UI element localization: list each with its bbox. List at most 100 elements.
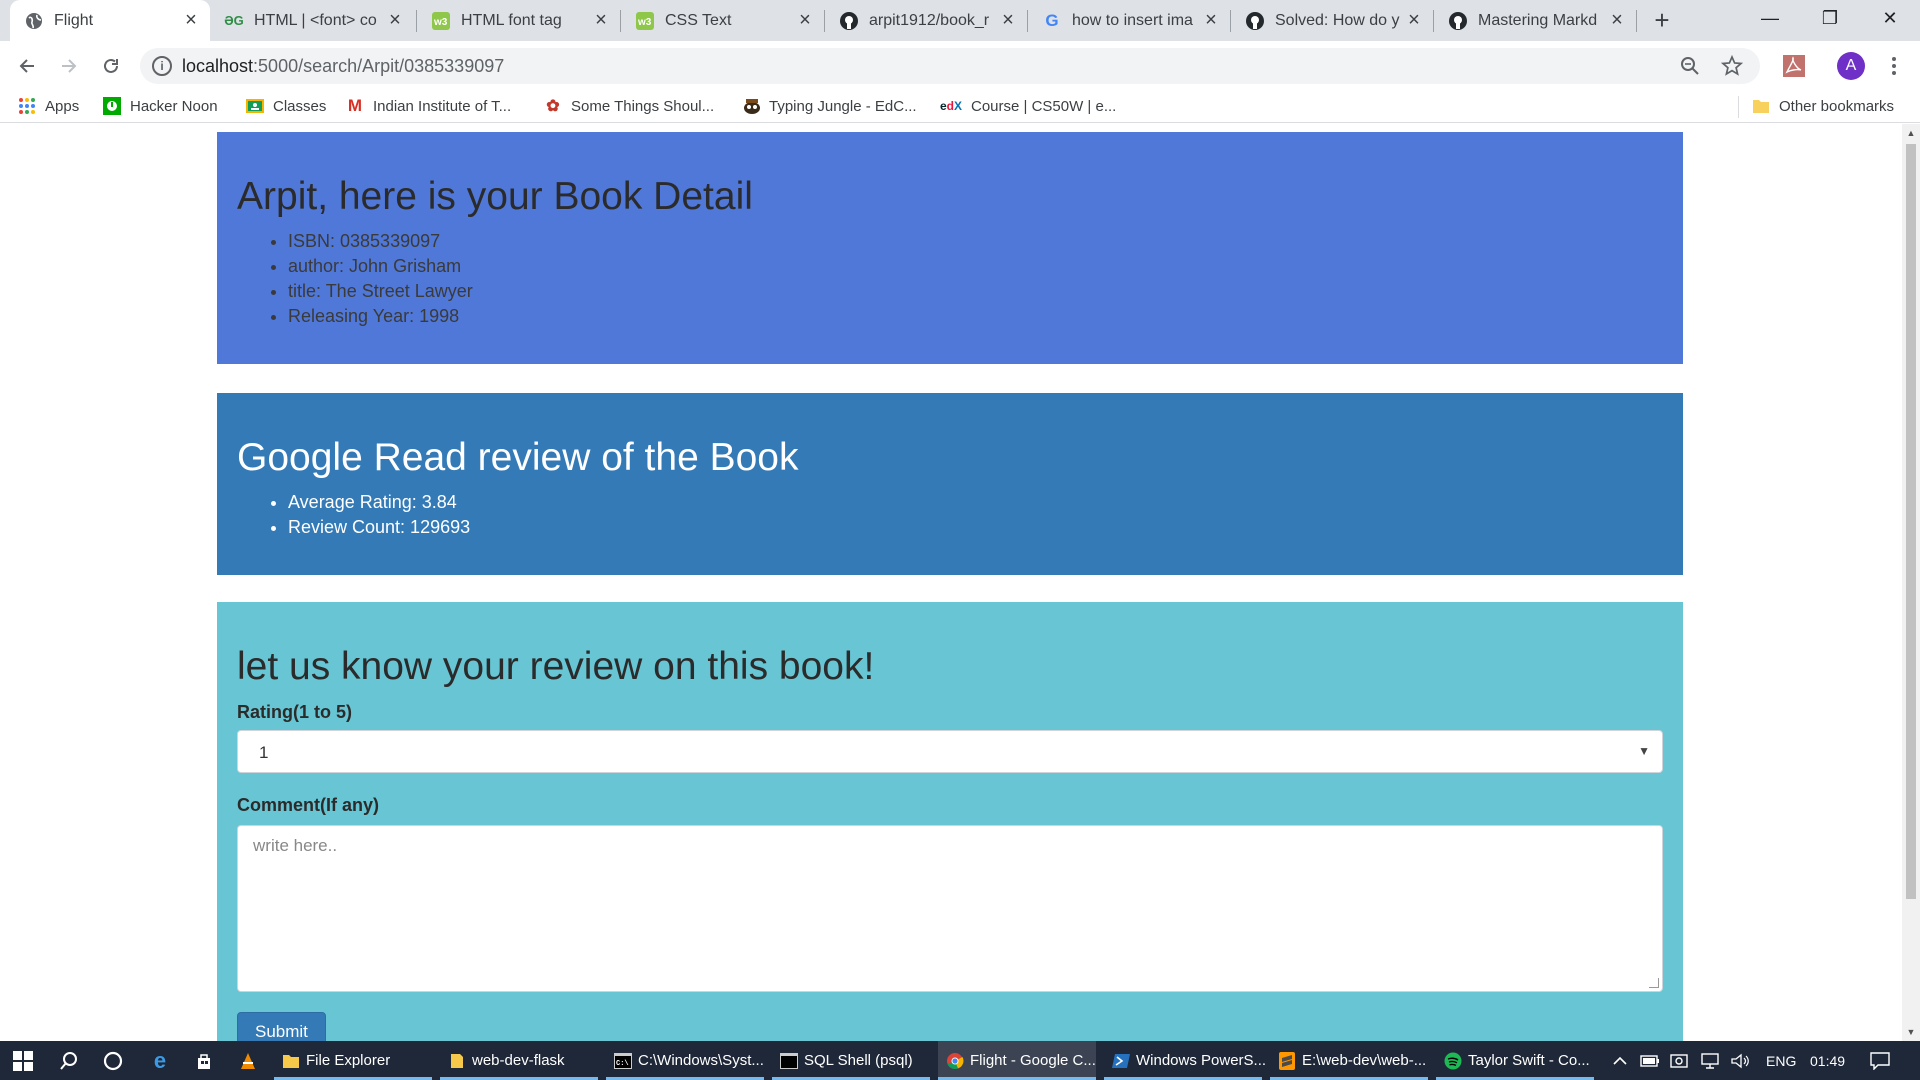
bookmarks-divider <box>1738 96 1739 118</box>
search-button[interactable] <box>56 1041 82 1080</box>
start-button[interactable] <box>10 1041 36 1080</box>
url-path: :5000/search/Arpit/0385339097 <box>253 56 505 76</box>
cortana-button[interactable] <box>100 1041 126 1080</box>
tab-html-font[interactable]: ƏG HTML | <font> co × <box>210 0 414 41</box>
tab-close-icon[interactable]: × <box>997 9 1019 32</box>
tab-close-icon[interactable]: × <box>1606 9 1628 32</box>
clock-time[interactable]: 01:49 <box>1810 1041 1845 1080</box>
tab-title: HTML font tag <box>461 11 562 29</box>
bookmark-label: Classes <box>273 97 327 115</box>
close-window-button[interactable]: ✕ <box>1860 0 1920 36</box>
resize-grip-icon[interactable] <box>1649 978 1659 988</box>
average-rating-item: Average Rating: 3.84 <box>288 490 1663 515</box>
show-hidden-icons-chevron-icon[interactable] <box>1612 1041 1628 1080</box>
back-button[interactable] <box>10 49 44 83</box>
rating-selected-value: 1 <box>259 743 269 762</box>
bookmark-iit[interactable]: M Indian Institute of T... <box>346 94 511 118</box>
bookmark-apps[interactable]: Apps <box>18 94 79 118</box>
tab-flight[interactable]: Flight × <box>10 0 210 41</box>
tab-html-font-tag[interactable]: w3 HTML font tag × <box>417 0 620 41</box>
bookmark-label: Indian Institute of T... <box>373 97 512 115</box>
restore-button[interactable]: ❐ <box>1800 0 1860 36</box>
store-icon[interactable] <box>192 1041 216 1080</box>
windows-logo-icon <box>13 1050 33 1071</box>
taskbar-chrome[interactable]: Flight - Google C... <box>938 1041 1096 1080</box>
taskbar-label: web-dev-flask <box>472 1052 565 1069</box>
tab-close-icon[interactable]: × <box>180 9 202 32</box>
google-review-heading: Google Read review of the Book <box>237 436 799 479</box>
rating-select[interactable]: 1 ▼ <box>237 730 1663 773</box>
tab-close-icon[interactable]: × <box>1403 9 1425 32</box>
site-info-icon[interactable]: i <box>152 56 172 76</box>
battery-icon[interactable] <box>1640 1041 1660 1080</box>
taskbar-file-explorer[interactable]: File Explorer <box>274 1041 432 1080</box>
tab-close-icon[interactable]: × <box>794 9 816 32</box>
tab-separator <box>1636 10 1637 32</box>
tab-title: arpit1912/book_r <box>869 11 990 29</box>
taskbar-label: Flight - Google C... <box>970 1052 1096 1069</box>
volume-icon[interactable] <box>1730 1041 1750 1080</box>
tab-css-text[interactable]: w3 CSS Text × <box>621 0 824 41</box>
taskbar-label: File Explorer <box>306 1052 391 1069</box>
gmail-icon: M <box>347 96 363 115</box>
typing-jungle-icon <box>742 97 760 115</box>
taskbar-sublime[interactable]: E:\web-dev\web-... <box>1270 1041 1428 1080</box>
terminal-icon <box>780 1052 798 1070</box>
minimize-button[interactable]: — <box>1740 0 1800 36</box>
google-classroom-icon <box>246 97 264 115</box>
bookmark-label: Hacker Noon <box>130 97 218 115</box>
tab-close-icon[interactable]: × <box>1200 9 1222 32</box>
taskbar-web-dev-flask[interactable]: web-dev-flask <box>440 1041 598 1080</box>
taskbar-sql-shell[interactable]: SQL Shell (psql) <box>772 1041 930 1080</box>
tab-github-solved[interactable]: Solved: How do y × <box>1231 0 1433 41</box>
submit-button[interactable]: Submit <box>237 1012 326 1041</box>
tab-close-icon[interactable]: × <box>590 9 612 32</box>
bookmark-some-things[interactable]: ✿ Some Things Shoul... <box>544 94 714 118</box>
vlc-icon[interactable] <box>236 1041 260 1080</box>
vertical-scrollbar[interactable]: ▲ ▼ <box>1902 124 1920 1041</box>
tab-title: Mastering Markd <box>1478 11 1598 29</box>
action-center-icon[interactable] <box>1870 1041 1890 1080</box>
forward-arrow-icon <box>62 59 77 73</box>
folder-icon <box>1752 97 1770 115</box>
forward-button[interactable] <box>52 49 86 83</box>
pdf-extension-icon[interactable] <box>1780 52 1808 80</box>
edx-icon: edX <box>939 99 963 113</box>
camera-icon[interactable] <box>1670 1041 1690 1080</box>
network-icon[interactable] <box>1700 1041 1720 1080</box>
bookmark-cs50w[interactable]: e d X Course | CS50W | e... <box>940 94 1116 118</box>
edge-icon[interactable]: e <box>148 1041 172 1080</box>
w3schools-icon: w3 <box>635 11 655 31</box>
bookmark-classes[interactable]: Classes <box>246 94 326 118</box>
url-text[interactable]: localhost:5000/search/Arpit/0385339097 <box>182 56 504 77</box>
comment-label: Comment(If any) <box>237 795 380 815</box>
review-count-item: Review Count: 129693 <box>288 515 1663 540</box>
profile-avatar[interactable]: A <box>1837 52 1865 80</box>
reload-button[interactable] <box>94 49 128 83</box>
tab-github-book[interactable]: arpit1912/book_r × <box>825 0 1027 41</box>
bookmark-star-icon[interactable] <box>1720 54 1744 78</box>
bookmark-typing-jungle[interactable]: Typing Jungle - EdC... <box>742 94 917 118</box>
search-icon <box>60 1051 77 1070</box>
tab-google-search[interactable]: G how to insert ima × <box>1028 0 1230 41</box>
globe-icon <box>24 11 44 31</box>
taskbar-spotify[interactable]: Taylor Swift - Co... <box>1436 1041 1594 1080</box>
scroll-up-arrow-icon[interactable]: ▲ <box>1906 128 1916 138</box>
new-tab-button[interactable]: + <box>1648 5 1676 35</box>
taskbar-cmd[interactable]: C:\ C:\Windows\Syst... <box>606 1041 764 1080</box>
scrollbar-thumb[interactable] <box>1906 144 1916 899</box>
tab-github-markdown[interactable]: Mastering Markd × <box>1434 0 1636 41</box>
tab-close-icon[interactable]: × <box>384 9 406 32</box>
scroll-down-arrow-icon[interactable]: ▼ <box>1906 1027 1916 1037</box>
language-indicator[interactable]: ENG <box>1766 1041 1796 1080</box>
taskbar-powershell[interactable]: Windows PowerS... <box>1104 1041 1266 1080</box>
taskbar-label: SQL Shell (psql) <box>804 1052 913 1069</box>
book-detail-panel: Arpit, here is your Book Detail ISBN: 03… <box>217 132 1683 364</box>
other-bookmarks[interactable]: Other bookmarks <box>1752 94 1894 118</box>
address-bar[interactable]: i localhost:5000/search/Arpit/0385339097 <box>140 48 1760 84</box>
chrome-menu-icon[interactable] <box>1880 52 1908 80</box>
bookmark-hacker-noon[interactable]: Hacker Noon <box>103 94 218 118</box>
github-icon <box>1448 11 1468 31</box>
comment-textarea[interactable]: write here.. <box>237 825 1663 992</box>
zoom-icon[interactable] <box>1678 54 1702 78</box>
